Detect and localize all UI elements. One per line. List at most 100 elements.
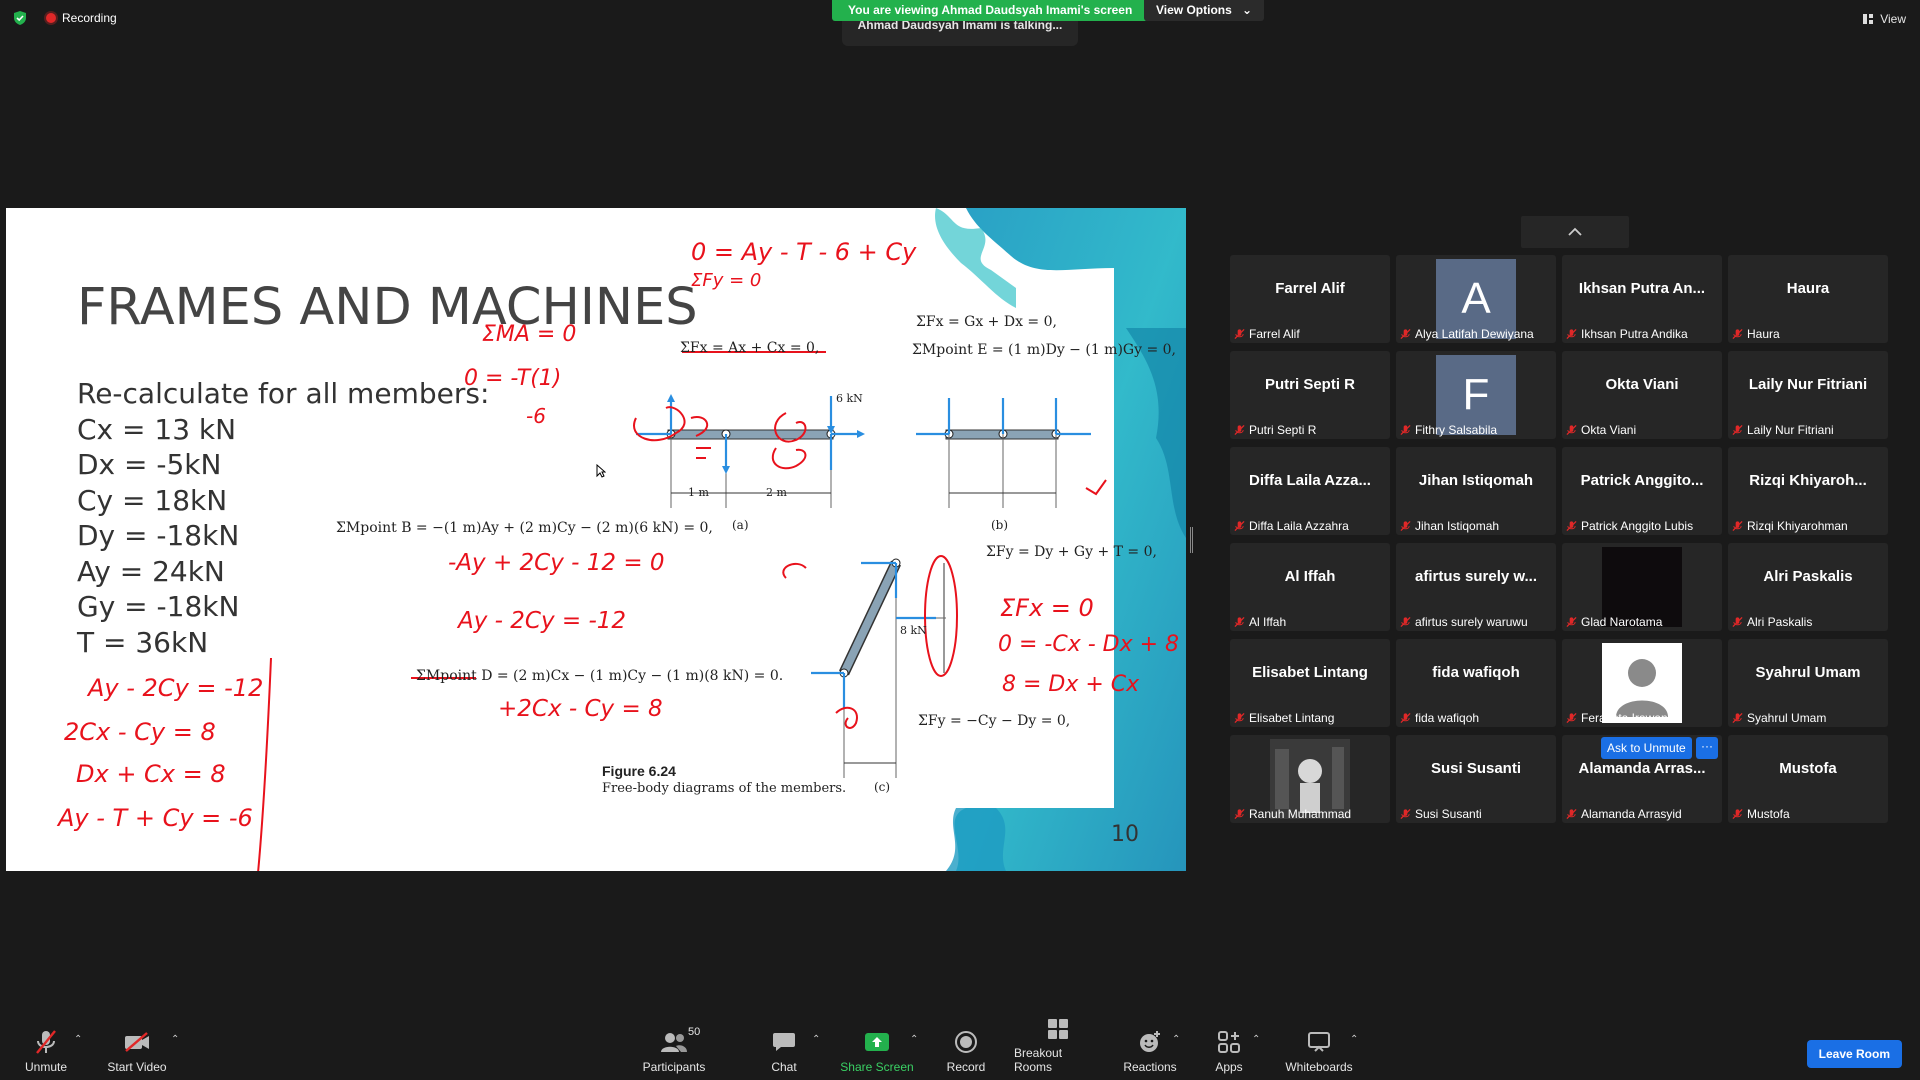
participants-count: 50: [688, 1026, 701, 1038]
apps-button[interactable]: Apps: [1212, 1016, 1246, 1080]
video-icon-wrap: [123, 1028, 151, 1056]
participant-name: Elisabet Lintang: [1252, 663, 1368, 681]
recalc-item: Ay = 24kN: [77, 554, 225, 588]
participant-tile[interactable]: Okta Viani Okta Viani: [1562, 351, 1722, 439]
share-icon-wrap: [864, 1028, 890, 1056]
participant-label: Ferarista Irawan: [1566, 711, 1668, 725]
recalc-item: Cy = 18kN: [77, 483, 228, 517]
participant-tile[interactable]: Syahrul Umam Syahrul Umam: [1728, 639, 1888, 727]
participants-button[interactable]: 50 Participants: [640, 1016, 708, 1080]
participant-name: Jihan Istiqomah: [1418, 471, 1534, 489]
participant-tile[interactable]: Farrel Alif Farrel Alif: [1230, 255, 1390, 343]
resize-handle[interactable]: [1190, 527, 1193, 553]
recalc-item: Gy = -18kN: [77, 590, 240, 623]
start-video-button[interactable]: Start Video: [106, 1016, 168, 1080]
whiteboards-button[interactable]: Whiteboards: [1282, 1016, 1356, 1080]
participant-tile[interactable]: afirtus surely w... afirtus surely waruwu: [1396, 543, 1556, 631]
participant-label-text: Jihan Istiqomah: [1415, 519, 1500, 533]
mic-muted-icon: [1566, 712, 1577, 724]
participants-label: Participants: [642, 1060, 706, 1074]
equation-fx-g: ΣFx = Gx + Dx = 0,: [916, 314, 1057, 330]
caret-up-icon[interactable]: ⌃: [1350, 1034, 1358, 1045]
caret-up-icon[interactable]: ⌃: [1252, 1034, 1260, 1045]
participant-label: afirtus surely waruwu: [1400, 615, 1528, 629]
recording-indicator[interactable]: Recording: [46, 11, 117, 25]
caret-up-icon[interactable]: ⌃: [171, 1034, 179, 1045]
handwriting-note: Ay - 2Cy = -12: [458, 608, 627, 634]
breakout-rooms-icon: [1048, 1019, 1068, 1039]
slide-title: FRAMES AND MACHINES: [77, 278, 698, 337]
mic-icon-wrap: [35, 1028, 57, 1056]
equation-fx-a: ΣFx = Ax + Cx = 0,: [680, 340, 820, 356]
view-options-button[interactable]: View Options ⌄: [1144, 0, 1264, 21]
view-label: View: [1880, 12, 1906, 26]
figure-caption-text: Free-body diagrams of the members.: [602, 781, 847, 796]
participant-tile[interactable]: Ferarista Irawan: [1562, 639, 1722, 727]
participant-tile[interactable]: Elisabet Lintang Elisabet Lintang: [1230, 639, 1390, 727]
unmute-button[interactable]: Unmute: [22, 1016, 70, 1080]
participant-label-text: Al Iffah: [1249, 615, 1287, 629]
mic-muted-icon: [1566, 808, 1577, 820]
mic-muted-icon: [1566, 328, 1577, 340]
participant-tile[interactable]: Glad Narotama: [1562, 543, 1722, 631]
participant-tile[interactable]: Susi Susanti Susi Susanti: [1396, 735, 1556, 823]
diagram-a: [636, 394, 865, 508]
mic-muted-icon: [1234, 808, 1245, 820]
chat-label: Chat: [771, 1060, 797, 1074]
shared-screen: FRAMES AND MACHINES Re-calculate for all…: [6, 208, 1186, 871]
caret-up-icon[interactable]: ⌃: [910, 1034, 918, 1045]
share-screen-button[interactable]: Share Screen: [840, 1016, 914, 1080]
participant-label: Jihan Istiqomah: [1400, 519, 1499, 533]
recalc-heading: Re-calculate for all members:: [77, 377, 490, 410]
whiteboards-label: Whiteboards: [1285, 1060, 1353, 1074]
caret-up-icon[interactable]: ⌃: [74, 1034, 82, 1045]
figure-title: Figure 6.24: [602, 763, 676, 779]
participant-tile[interactable]: Mustofa Mustofa: [1728, 735, 1888, 823]
mic-muted-icon: [1234, 520, 1245, 532]
more-options-button[interactable]: ···: [1696, 737, 1718, 759]
participant-tile[interactable]: A Alya Latifah Dewiyana: [1396, 255, 1556, 343]
caret-up-icon[interactable]: ⌃: [812, 1034, 820, 1045]
label-a: (a): [732, 518, 749, 532]
participant-label-text: Ranuh Muhammad: [1249, 807, 1352, 821]
reactions-button[interactable]: Reactions: [1123, 1016, 1177, 1080]
equation-fy-1: ΣFy = Dy + Gy + T = 0,: [986, 544, 1157, 560]
reactions-label: Reactions: [1123, 1060, 1177, 1074]
participant-label-text: Putri Septi R: [1249, 423, 1317, 437]
view-button[interactable]: View: [1862, 12, 1906, 26]
participant-tile[interactable]: Jihan Istiqomah Jihan Istiqomah: [1396, 447, 1556, 535]
participant-tile[interactable]: F Fithry Salsabila: [1396, 351, 1556, 439]
participant-tile[interactable]: Putri Septi R Putri Septi R: [1230, 351, 1390, 439]
record-icon: [955, 1031, 977, 1053]
participant-label: Okta Viani: [1566, 423, 1636, 437]
handwriting-note: 0 = -T(1): [464, 366, 562, 391]
handwriting-note: Ay - T + Cy = -6: [58, 804, 253, 832]
ask-to-unmute-button[interactable]: Ask to Unmute: [1601, 737, 1692, 759]
participant-tile[interactable]: Laily Nur Fitriani Laily Nur Fitriani: [1728, 351, 1888, 439]
mic-muted-icon: [1732, 712, 1743, 724]
participant-tile[interactable]: Rizqi Khiyaroh... Rizqi Khiyarohman: [1728, 447, 1888, 535]
participant-tile[interactable]: Ranuh Muhammad: [1230, 735, 1390, 823]
participant-tile[interactable]: Diffa Laila Azza... Diffa Laila Azzahra: [1230, 447, 1390, 535]
participant-tile[interactable]: Haura Haura: [1728, 255, 1888, 343]
breakout-rooms-button[interactable]: Breakout Rooms: [1014, 1016, 1102, 1080]
participant-tile[interactable]: Alri Paskalis Alri Paskalis: [1728, 543, 1888, 631]
view-options-label: View Options: [1156, 3, 1232, 17]
participant-label-text: Mustofa: [1747, 807, 1790, 821]
caret-up-icon[interactable]: ⌃: [1172, 1034, 1180, 1045]
record-button[interactable]: Record: [944, 1016, 988, 1080]
chat-button[interactable]: Chat: [764, 1016, 804, 1080]
participant-label: Alamanda Arrasyid: [1566, 807, 1682, 821]
participant-tile[interactable]: fida wafiqoh fida wafiqoh: [1396, 639, 1556, 727]
viewing-screen-banner: You are viewing Ahmad Daudsyah Imami's s…: [832, 0, 1149, 21]
participant-label: Diffa Laila Azzahra: [1234, 519, 1349, 533]
participant-label-text: afirtus surely waruwu: [1415, 615, 1528, 629]
participant-label-text: fida wafiqoh: [1415, 711, 1480, 725]
recalc-item: Dx = -5kN: [77, 448, 222, 481]
gallery-collapse-button[interactable]: [1521, 216, 1629, 248]
participant-tile[interactable]: Patrick Anggito... Patrick Anggito Lubis: [1562, 447, 1722, 535]
participant-tile[interactable]: Al Iffah Al Iffah: [1230, 543, 1390, 631]
shield-icon[interactable]: [12, 10, 28, 26]
participant-tile[interactable]: Ikhsan Putra An... Ikhsan Putra Andika: [1562, 255, 1722, 343]
leave-room-button[interactable]: Leave Room: [1806, 1040, 1902, 1068]
